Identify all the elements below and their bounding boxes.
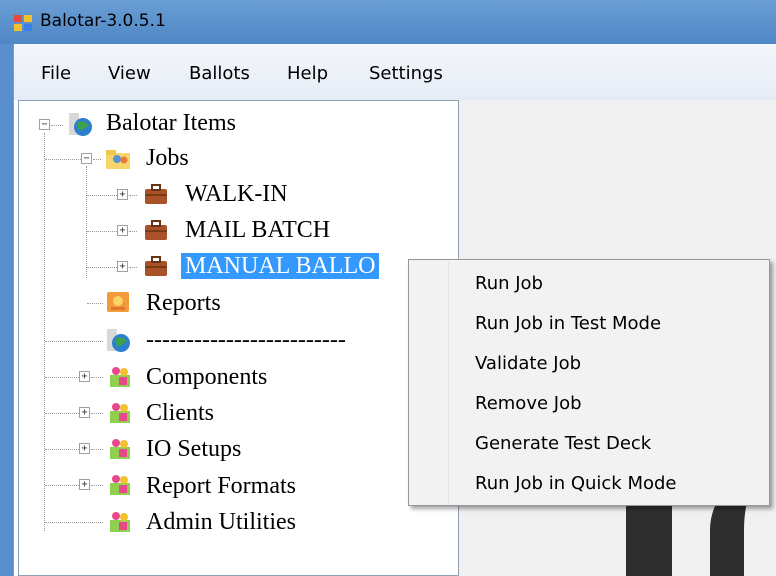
people-icon (110, 367, 130, 387)
tree-item-label: WALK-IN (185, 181, 288, 207)
tree-item-jobs[interactable]: Jobs (146, 143, 189, 173)
briefcase-icon (145, 220, 167, 240)
menu-ballots[interactable]: Ballots (189, 63, 250, 84)
tree-branch-line (93, 159, 101, 160)
tree-item-root[interactable]: Balotar Items (106, 108, 236, 138)
tree-guide-line (44, 133, 45, 531)
expand-toggle[interactable]: + (117, 225, 128, 236)
tree-branch-line (45, 522, 103, 523)
tree-branch-line (129, 195, 137, 196)
tree-item-reports[interactable]: Reports (146, 288, 221, 318)
tree-guide-line (86, 166, 87, 278)
tree-item-job-manual-ballots[interactable]: MANUAL BALLO (181, 251, 439, 281)
tree-branch-line (87, 195, 117, 196)
context-menu: Run Job Run Job in Test Mode Validate Jo… (408, 259, 770, 506)
tree-item-label: Reports (146, 290, 221, 316)
tree-item-job-mail-batch[interactable]: MAIL BATCH (185, 215, 330, 245)
tree-item-label: Admin Utilities (146, 509, 296, 535)
tree-item-label: Report Formats (146, 473, 296, 499)
tree-branch-line (51, 125, 63, 126)
menu-help[interactable]: Help (287, 63, 328, 84)
menu-view[interactable]: View (108, 63, 151, 84)
context-menu-run-job-quick-mode[interactable]: Run Job in Quick Mode (475, 473, 677, 494)
tree-item-label: Balotar Items (106, 110, 236, 136)
tree-branch-line (45, 449, 79, 450)
window-title-bar: Balotar-3.0.5.1 (0, 0, 776, 44)
people-icon (110, 403, 130, 423)
tree-branch-line (45, 413, 79, 414)
tree-branch-line (91, 413, 103, 414)
tree-item-job-walk-in[interactable]: WALK-IN (185, 179, 288, 209)
tree-branch-line (45, 159, 81, 160)
context-menu-generate-test-deck[interactable]: Generate Test Deck (475, 433, 651, 454)
briefcase-icon (145, 184, 167, 204)
tree-branch-line (87, 267, 117, 268)
tree-branch-line (129, 267, 137, 268)
tree-branch-line (91, 485, 103, 486)
app-icon (14, 15, 32, 31)
expand-toggle[interactable]: + (117, 189, 128, 200)
tree-item-report-formats[interactable]: Report Formats (146, 471, 296, 501)
tree-view[interactable]: − Balotar Items − Jobs + WALK-IN + MAIL … (18, 100, 459, 576)
tree-branch-line (45, 485, 79, 486)
globe-person-icon (69, 113, 92, 136)
tree-branch-line (45, 377, 79, 378)
expand-toggle[interactable]: + (79, 443, 90, 454)
window-title: Balotar-3.0.5.1 (40, 11, 166, 31)
expand-toggle[interactable]: + (117, 261, 128, 272)
expand-toggle[interactable]: + (79, 479, 90, 490)
report-icon (107, 292, 129, 312)
people-icon (110, 439, 130, 459)
tree-item-label: Clients (146, 400, 215, 426)
context-menu-remove-job[interactable]: Remove Job (475, 393, 582, 414)
tree-branch-line (91, 377, 103, 378)
tree-branch-line (87, 303, 103, 304)
tree-item-admin-utilities[interactable]: Admin Utilities (146, 507, 296, 537)
globe-person-icon (107, 329, 130, 352)
collapse-toggle[interactable]: − (81, 153, 92, 164)
people-icon (110, 475, 130, 495)
people-icon (110, 512, 130, 532)
briefcase-icon (145, 256, 167, 276)
window-frame-left (0, 44, 13, 576)
context-menu-gutter (411, 262, 449, 503)
tree-item-label: ------------------------- (146, 327, 346, 353)
folder-people-icon (106, 150, 130, 169)
tree-item-separator[interactable]: ------------------------- (146, 325, 346, 355)
menu-file[interactable]: File (41, 63, 71, 84)
tree-item-label: Jobs (146, 145, 189, 171)
menu-bar: File View Ballots Help Settings (14, 44, 776, 100)
window-frame-border (13, 44, 14, 576)
context-menu-validate-job[interactable]: Validate Job (475, 353, 581, 374)
tree-item-io-setups[interactable]: IO Setups (146, 434, 241, 464)
context-menu-run-job-test-mode[interactable]: Run Job in Test Mode (475, 313, 661, 334)
tree-item-label-selected: MANUAL BALLO (181, 253, 380, 279)
menu-settings[interactable]: Settings (369, 63, 443, 84)
tree-item-clients[interactable]: Clients (146, 398, 214, 428)
tree-item-label: Components (146, 364, 268, 390)
collapse-toggle[interactable]: − (39, 119, 50, 130)
tree-item-label: IO Setups (146, 436, 242, 462)
tree-branch-line (45, 341, 103, 342)
expand-toggle[interactable]: + (79, 371, 90, 382)
tree-branch-line (87, 231, 117, 232)
tree-item-components[interactable]: Components (146, 362, 267, 392)
tree-item-label: MAIL BATCH (185, 217, 331, 243)
expand-toggle[interactable]: + (79, 407, 90, 418)
tree-branch-line (129, 231, 137, 232)
context-menu-run-job[interactable]: Run Job (475, 273, 543, 294)
tree-branch-line (91, 449, 103, 450)
